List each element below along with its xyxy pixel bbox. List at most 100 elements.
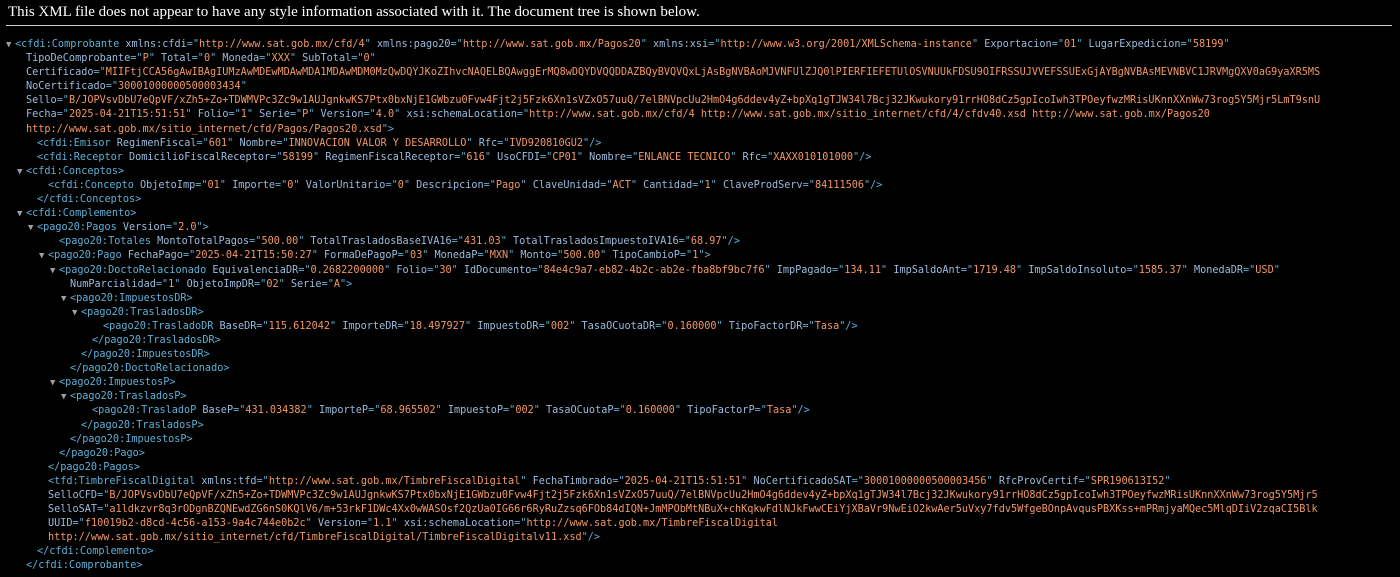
xml-tag-text: ="	[165, 222, 179, 234]
xml-tag-text: "	[484, 151, 498, 163]
collapse-toggle-icon[interactable]: ▼	[61, 292, 70, 306]
collapse-toggle-icon[interactable]: ▼	[17, 165, 26, 179]
xml-attribute-name: TipoDeComprobante	[26, 53, 131, 65]
xml-attribute-name: Importe	[232, 179, 275, 191]
collapse-toggle-icon[interactable]: ▼	[6, 38, 15, 52]
xml-attribute-value: 01	[1063, 39, 1077, 50]
xml-tag-text: ="	[256, 320, 269, 332]
xml-tag-text: ="	[851, 475, 864, 487]
xml-attribute-name: xsi:schemaLocation	[403, 518, 515, 530]
xml-line: ▼ <pago20:ImpuestosP>	[0, 376, 1400, 390]
xml-attribute-name: ClaveProdServ	[722, 179, 803, 191]
xml-tag-text: "	[881, 264, 894, 276]
xml-attribute-name: Cantidad	[643, 179, 693, 191]
xml-attribute-value: 431.03	[463, 236, 501, 248]
divider	[6, 25, 1392, 26]
xml-tag-text: </pago20:ImpuestosP>	[70, 433, 193, 445]
xml-line: ▼ <cfdi:Complemento>	[0, 207, 1400, 221]
xml-tag-text: "/>	[582, 137, 602, 149]
collapse-toggle-icon[interactable]: ▼	[50, 264, 59, 278]
xml-line: ▼ <cfdi:Conceptos>	[0, 165, 1400, 179]
xml-attribute-name: ClaveUnidad	[532, 179, 601, 191]
xml-tag-text: ="	[105, 81, 119, 93]
xml-attribute-value: MXN	[489, 250, 509, 262]
collapse-toggle-icon[interactable]: ▼	[61, 390, 70, 404]
xml-line: ▼ <pago20:TrasladosP>	[0, 390, 1400, 404]
xml-tag-text: "	[464, 320, 478, 332]
xml-tag-text: <pago20:TrasladoDR	[103, 320, 220, 332]
xml-line: </pago20:ImpuestosP>	[0, 433, 1400, 447]
xml-attribute-name: IdDocumento	[463, 264, 532, 276]
collapse-toggle-icon[interactable]: ▼	[72, 306, 81, 320]
xml-tag-text: ="	[191, 53, 204, 65]
xml-tag-text: "	[508, 250, 521, 262]
xml-line: ▼ <pago20:DoctoRelacionado EquivalenciaDR…	[0, 264, 1400, 278]
xml-tag-text: <pago20:TrasladosP>	[70, 391, 187, 403]
xml-attribute-value: Tasa	[814, 320, 840, 332]
xml-tag-text: ="	[802, 320, 815, 332]
xml-attribute-value: 2.0	[178, 222, 197, 234]
xml-tag-text: "/>	[721, 236, 740, 248]
xml-line: Certificado="MIIFtjCCA56gAwIBAgIUMzAwMDE…	[0, 66, 1400, 80]
xml-attribute-name: Serie	[290, 278, 322, 290]
xml-line: ▼ <pago20:ImpuestosDR>	[0, 292, 1400, 306]
xml-tag-text: "	[600, 250, 613, 262]
xml-attribute-name: FormaDePagoP	[324, 250, 398, 262]
xml-attribute-name: Certificado	[26, 67, 94, 79]
xml-tag-text: ="	[612, 475, 625, 487]
xml-tag-text: </cfdi:Complemento>	[37, 546, 154, 558]
collapse-toggle-icon[interactable]: ▼	[50, 376, 59, 390]
xml-attribute-value: 1.1	[373, 518, 392, 530]
xml-tag-text: ="	[276, 137, 289, 149]
collapse-toggle-icon[interactable]: ▼	[17, 207, 26, 221]
xml-tag-text: ="	[72, 518, 85, 530]
xml-tag-text: "	[313, 151, 326, 163]
xml-attribute-name: xmlns:tfd	[201, 475, 257, 487]
xml-attribute-value: 002	[550, 320, 570, 332]
xml-tag-text: "	[329, 320, 343, 332]
xml-attribute-name: ImporteDR	[342, 320, 398, 332]
xml-tag-text: ="	[760, 151, 774, 163]
xml-tag-text: "	[246, 109, 260, 121]
xml-tag-text: ="	[538, 320, 551, 332]
xml-attribute-value: 2025-04-21T15:51:51	[624, 475, 742, 487]
xml-attribute-name: Version	[320, 109, 364, 121]
xml-tag-text: "	[298, 236, 311, 248]
xml-tag-text: </pago20:Pagos>	[48, 461, 141, 473]
xml-attribute-name: Folio	[396, 264, 428, 276]
xml-tag-text: ="	[514, 518, 527, 530]
xml-attribute-value: 58199	[282, 151, 314, 163]
xml-attribute-name: BaseP	[202, 405, 234, 417]
xml-line: </cfdi:Comprobante>	[0, 559, 1400, 573]
collapse-toggle-icon[interactable]: ▼	[39, 249, 48, 263]
xml-line: SelloCFD="B/JOPVsvDbU7eQpVF/xZh5+Zo+TDWM…	[0, 489, 1400, 503]
collapse-toggle-icon[interactable]: ▼	[28, 221, 37, 235]
xml-attribute-value: 01	[207, 179, 220, 191]
xml-line: </pago20:TrasladosP>	[0, 419, 1400, 433]
xml-tag-text: ="	[321, 278, 334, 290]
xml-attribute-name: Sello	[26, 95, 57, 107]
xml-tag-text: <pago20:Pagos	[37, 222, 123, 234]
xml-attribute-name: NoCertificado	[26, 81, 106, 93]
xml-attribute-name: NumParcialidad	[70, 278, 156, 290]
xml-attribute-name: ImpSaldoInsoluto	[1028, 264, 1127, 276]
xml-tag-text: ="	[186, 39, 200, 50]
xml-tag-text: <cfdi:Comprobante	[15, 39, 126, 50]
xml-tag-text: ="	[56, 95, 69, 107]
xml-tag-text: ="	[1051, 39, 1064, 50]
xml-attribute-value: 002	[515, 405, 534, 417]
xml-attribute-name: RegimenFiscalReceptor	[325, 151, 455, 163]
xml-tag-text: "	[971, 39, 985, 50]
xml-tag-text: ="	[551, 250, 564, 262]
xml-tag-text: "	[185, 109, 198, 121]
xml-attribute-value: http://www.sat.gob.mx/TimbreFiscalDigita…	[268, 475, 521, 487]
xml-attribute-name: ObjetoImp	[140, 179, 196, 191]
xml-attribute-name: Total	[160, 53, 192, 65]
xml-tag-text: "/>	[864, 179, 883, 191]
xml-tag-text: "	[278, 278, 291, 290]
xml-attribute-value: 30001000000500003456	[863, 475, 987, 487]
xml-attribute-name: RfcProvCertif	[998, 475, 1079, 487]
xml-tag-text: "	[741, 475, 754, 487]
xml-tag-text: </pago20:Pago>	[59, 447, 145, 459]
xml-style-notice: This XML file does not appear to have an…	[8, 4, 700, 20]
